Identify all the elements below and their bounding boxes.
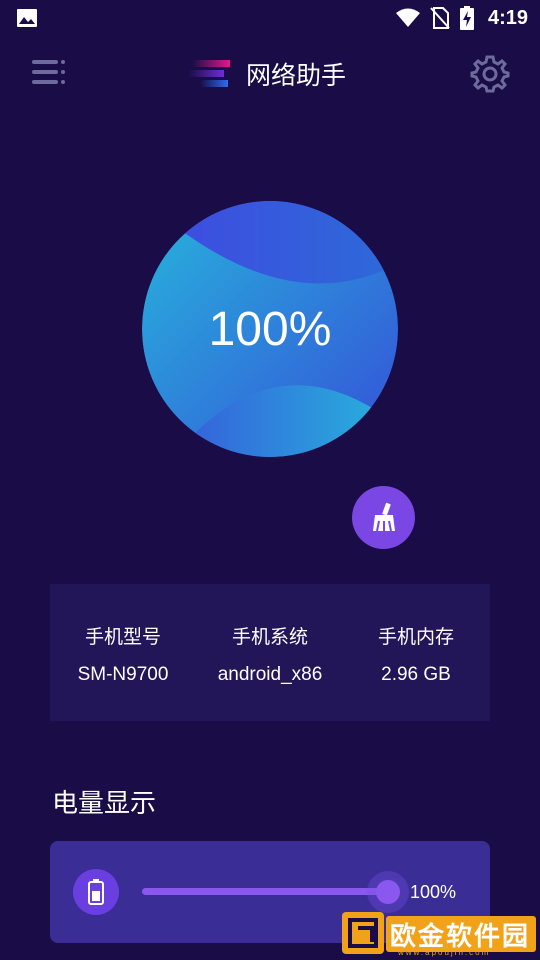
status-time: 4:19 bbox=[487, 6, 528, 29]
watermark-logo: 欧金软件园 www.apoujin.com bbox=[340, 910, 540, 960]
device-info-card: 手机型号 SM-N9700 手机系统 android_x86 手机内存 2.96… bbox=[50, 584, 490, 721]
watermark-mark bbox=[342, 912, 384, 954]
ball-percent: 100% bbox=[208, 302, 332, 356]
clean-button[interactable] bbox=[352, 486, 415, 549]
app-logo bbox=[188, 60, 230, 87]
info-value: SM-N9700 bbox=[77, 664, 169, 685]
image-icon bbox=[17, 9, 37, 27]
status-bar: 4:19 bbox=[0, 0, 540, 36]
app-header: 网络助手 bbox=[0, 44, 540, 104]
info-label: 手机系统 bbox=[231, 626, 308, 648]
info-label: 手机型号 bbox=[84, 626, 161, 648]
info-item-system: 手机系统 android_x86 bbox=[197, 584, 343, 721]
battery-slider-thumb[interactable] bbox=[376, 880, 400, 904]
network-status-ball: 100% bbox=[142, 201, 398, 457]
watermark-sub: www.apoujin.com bbox=[398, 948, 491, 957]
page-title: 网络助手 bbox=[246, 61, 347, 90]
no-sim-icon bbox=[430, 7, 450, 29]
battery-icon bbox=[88, 879, 104, 905]
menu-icon[interactable] bbox=[30, 56, 70, 92]
broom-icon bbox=[372, 502, 395, 531]
gear-icon[interactable] bbox=[470, 54, 510, 94]
info-item-model: 手机型号 SM-N9700 bbox=[50, 584, 196, 721]
info-item-memory: 手机内存 2.96 GB bbox=[343, 584, 489, 721]
battery-slider-track[interactable] bbox=[142, 888, 392, 895]
status-icons: 4:19 bbox=[395, 6, 528, 30]
brand: 网络助手 bbox=[186, 56, 346, 92]
battery-value: 100% bbox=[410, 882, 457, 902]
info-label: 手机内存 bbox=[377, 626, 454, 648]
wifi-icon bbox=[395, 8, 420, 27]
battery-charging-icon bbox=[459, 6, 474, 30]
info-value: android_x86 bbox=[217, 664, 323, 685]
battery-icon-badge bbox=[73, 869, 119, 915]
info-value: 2.96 GB bbox=[381, 664, 451, 685]
battery-section-title: 电量显示 bbox=[52, 789, 157, 819]
